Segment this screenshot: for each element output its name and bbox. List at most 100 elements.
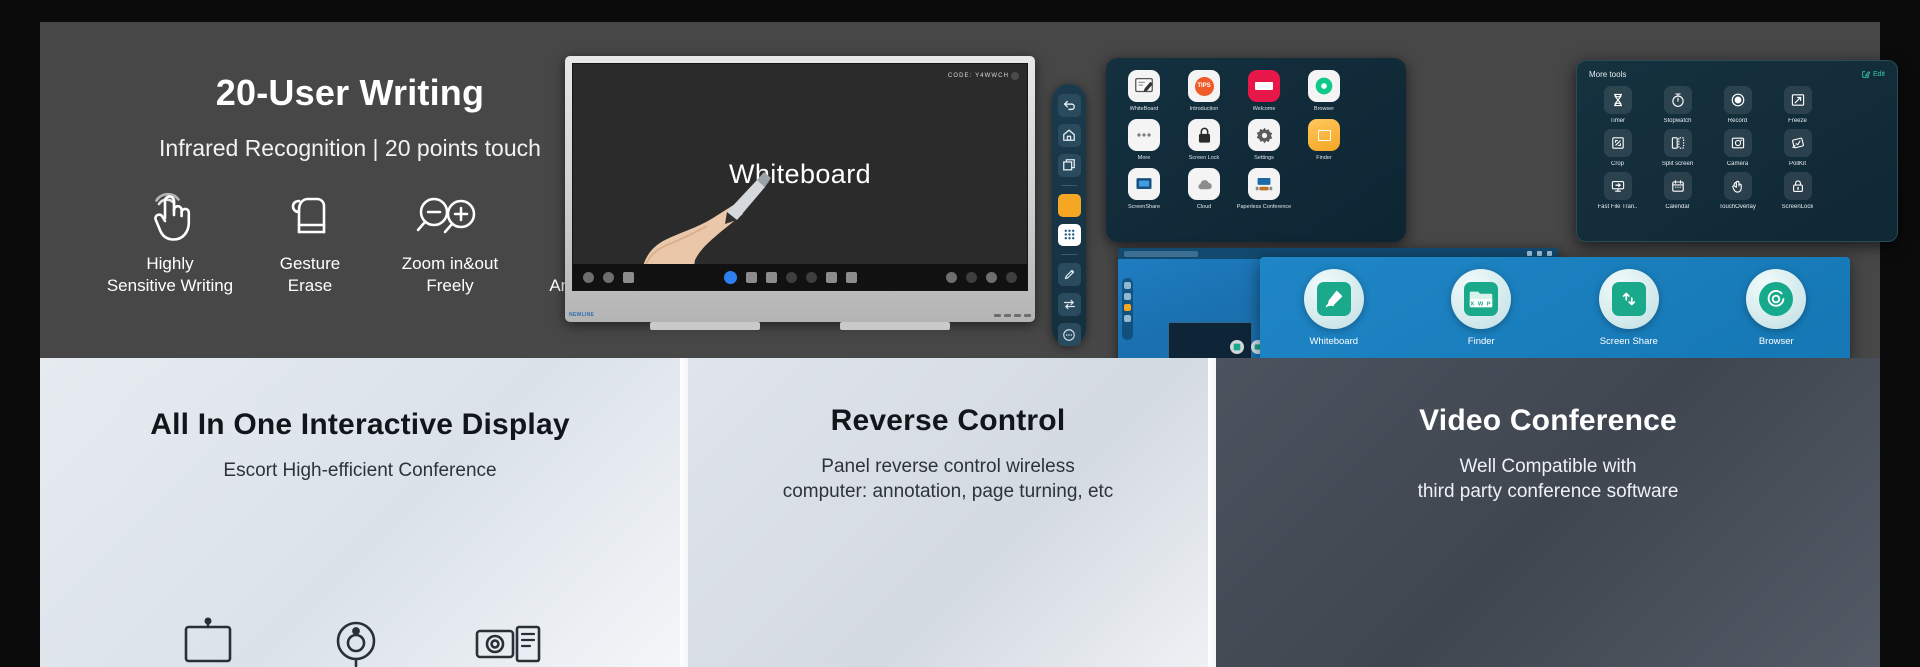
launcher-circle: X W P — [1451, 269, 1512, 329]
app-item-cloud[interactable]: Cloud — [1176, 168, 1232, 211]
finder-folder-icon: X W P — [1464, 282, 1499, 316]
finder-app-icon — [1308, 119, 1340, 151]
more-dock-icon[interactable] — [1124, 315, 1131, 322]
tool-item-pollkit[interactable]: PollKit — [1769, 129, 1826, 167]
calendar-icon — [1663, 172, 1692, 200]
source-switch-icon[interactable] — [1057, 293, 1081, 317]
launcher-item-browser[interactable]: Browser — [1721, 269, 1831, 347]
amber-square-icon[interactable] — [1057, 193, 1081, 217]
pen-icon[interactable] — [723, 270, 737, 284]
layers-icon[interactable] — [986, 271, 997, 283]
app-item-screen-lock[interactable]: Screen Lock — [1176, 119, 1232, 162]
insert-icon[interactable] — [825, 271, 837, 283]
tool-item-stopwatch[interactable]: Stopwatch — [1649, 86, 1706, 124]
card-subtitle: Panel reverse control wireless computer:… — [782, 456, 1114, 502]
home-left-dock[interactable] — [1122, 278, 1133, 340]
screen-menu-dot-icon[interactable] — [1011, 72, 1019, 80]
app-label: Paperless Conference — [1236, 204, 1292, 210]
app-item-paperless-conference[interactable]: Paperless Conference — [1236, 168, 1292, 211]
app-grid-panel: WhiteBoard TIPS Introduction Welcome Bro… — [1106, 58, 1406, 242]
page-prev-icon[interactable] — [966, 271, 977, 283]
home-icon[interactable] — [1057, 123, 1081, 147]
launcher-item-whiteboard[interactable]: Whiteboard — [1279, 269, 1389, 347]
tool-item-timer[interactable]: Timer — [1589, 86, 1646, 124]
tool-icon[interactable] — [845, 271, 857, 283]
feature-item-writing: Highly Sensitive Writing — [100, 187, 240, 297]
exit-icon[interactable] — [583, 271, 594, 283]
mitten-glove-icon — [287, 187, 333, 243]
more-tools-title: More tools — [1589, 70, 1627, 79]
note-icon[interactable] — [623, 271, 634, 283]
tool-label: Fast File Tran.. — [1597, 204, 1638, 210]
back-home-icon[interactable] — [603, 271, 614, 283]
tool-item-calendar[interactable]: Calendar — [1649, 172, 1706, 210]
card-divider — [1208, 358, 1216, 667]
address-bar[interactable] — [1124, 250, 1198, 257]
app-item-more[interactable]: More — [1116, 119, 1172, 162]
app-item-finder[interactable]: Finder — [1296, 119, 1352, 162]
select-icon[interactable] — [765, 271, 777, 283]
tool-item-freeze[interactable]: Freeze — [1769, 86, 1826, 124]
floating-side-toolbar[interactable] — [1052, 84, 1086, 346]
cloud-app-icon — [1188, 168, 1220, 200]
edit-button[interactable]: Edit — [1861, 70, 1885, 79]
more-tools-header: More tools Edit — [1589, 70, 1885, 79]
card-divider — [680, 358, 688, 667]
tool-item-screen-lock[interactable]: ScreenLock — [1769, 172, 1826, 210]
page-root: 20-User Writing Infrared Recognition | 2… — [0, 0, 1920, 667]
session-code-label: CODE: Y4WWCH — [947, 73, 1009, 79]
launcher-item-screen-share[interactable]: Screen Share — [1574, 269, 1684, 347]
hero-section: 20-User Writing Infrared Recognition | 2… — [40, 22, 1898, 364]
amber-dock-icon[interactable] — [1124, 304, 1131, 311]
tool-item-crop[interactable]: Crop — [1589, 129, 1646, 167]
apps-dock-icon[interactable] — [1124, 293, 1131, 300]
app-grid-rows: WhiteBoard TIPS Introduction Welcome Bro… — [1116, 70, 1396, 211]
whiteboard-app-icon — [1128, 70, 1160, 102]
paperless-conference-app-icon — [1248, 168, 1280, 200]
back-arrow-icon[interactable] — [1057, 94, 1081, 117]
feature-item-gesture: Gesture Erase — [240, 187, 380, 297]
browser-app-icon — [1308, 70, 1340, 102]
pencil-icon[interactable] — [1057, 263, 1081, 287]
app-item-browser[interactable]: Browser — [1296, 70, 1352, 113]
toolbar-right-group — [946, 271, 1017, 283]
more-dots-icon[interactable] — [1057, 323, 1081, 346]
whiteboard-dock-button[interactable] — [1230, 340, 1244, 354]
redo-icon[interactable] — [805, 271, 817, 283]
page-next-icon[interactable] — [1006, 271, 1017, 283]
tool-item-fast-file-transfer[interactable]: Fast File Tran.. — [1589, 172, 1646, 210]
feature-card-all-in-one: All In One Interactive Display Escort Hi… — [40, 358, 680, 667]
port-icon — [994, 313, 1001, 317]
pollkit-icon — [1783, 129, 1812, 157]
apps-grid-icon[interactable] — [1057, 223, 1081, 247]
tool-item-touch-overlay[interactable]: TouchOverlay — [1709, 172, 1766, 210]
svg-text:X W P: X W P — [1471, 302, 1492, 308]
add-page-icon[interactable] — [946, 271, 957, 283]
app-item-whiteboard[interactable]: WhiteBoard — [1116, 70, 1172, 113]
app-item-screenshare[interactable]: ScreenShare — [1116, 168, 1172, 211]
app-label: WhiteBoard — [1129, 106, 1159, 112]
card-subtitle: Well Compatible with third party confere… — [1417, 456, 1679, 502]
screenshare-app-icon — [1128, 168, 1160, 200]
undo-icon[interactable] — [785, 271, 797, 283]
toolbar-left-group — [583, 271, 634, 283]
launcher-circle — [1303, 269, 1364, 329]
screen-share-upload-icon — [1611, 282, 1646, 316]
launcher-circle — [1598, 269, 1659, 329]
note-dock-icon[interactable] — [1124, 282, 1131, 289]
launcher-item-finder[interactable]: X W P Finder — [1426, 269, 1536, 347]
screen-lock-app-icon — [1188, 119, 1220, 151]
eraser-icon[interactable] — [745, 271, 757, 283]
app-item-settings[interactable]: Settings — [1236, 119, 1292, 162]
tool-item-record[interactable]: Record — [1709, 86, 1766, 124]
interactive-panel-mockup: CODE: Y4WWCH Whiteboard NEWLINE — [565, 56, 1035, 346]
port-icon — [1014, 313, 1021, 317]
app-item-introduction[interactable]: TIPS Introduction — [1176, 70, 1232, 113]
toolbar-divider — [1061, 184, 1077, 186]
tool-label: Freeze — [1788, 118, 1807, 124]
tool-item-camera[interactable]: Camera — [1709, 129, 1766, 167]
tool-item-split-screen[interactable]: Split screen — [1649, 129, 1706, 167]
recent-tasks-icon[interactable] — [1057, 153, 1081, 177]
panel-screen[interactable]: CODE: Y4WWCH Whiteboard — [572, 63, 1028, 291]
app-item-welcome[interactable]: Welcome — [1236, 70, 1292, 113]
